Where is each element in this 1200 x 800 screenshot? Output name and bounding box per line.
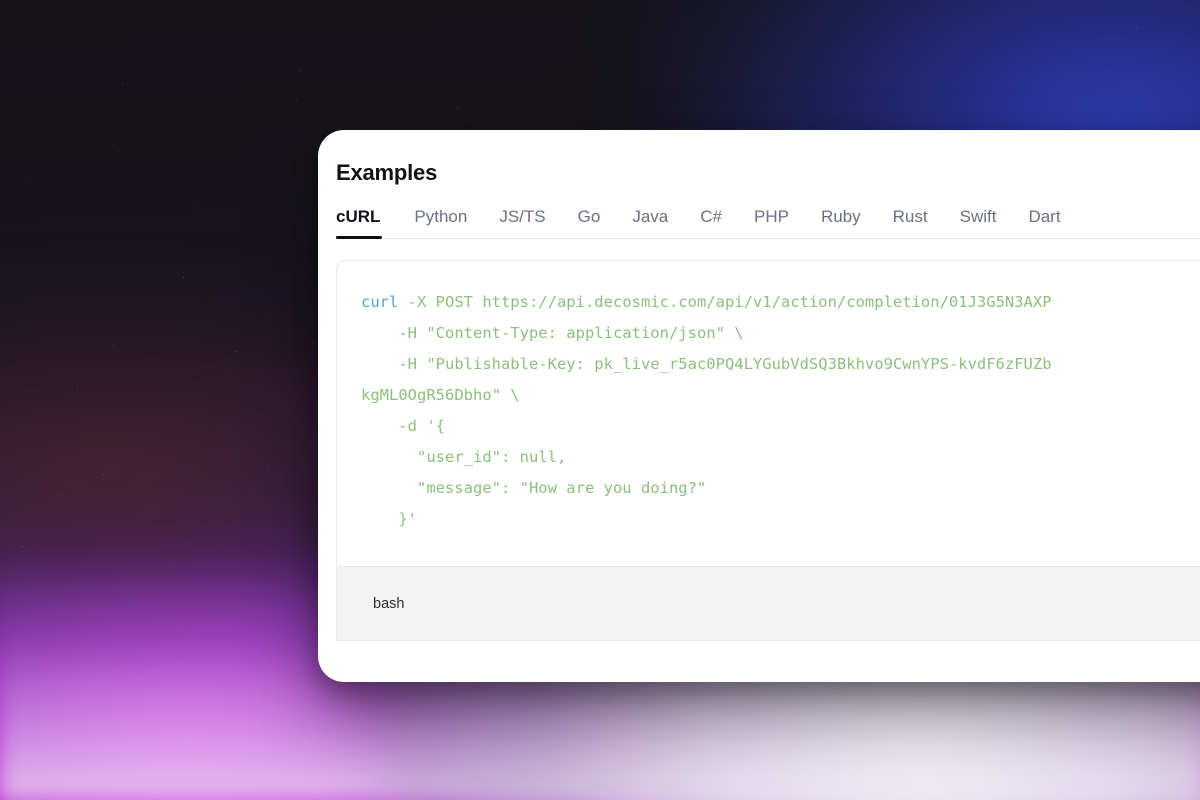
language-tabs: cURL Python JS/TS Go Java C# PHP Ruby Rust Swift D… [336, 208, 1200, 239]
code-snippet-body[interactable]: curl -X POST https://api.decosmic.com/ap… [337, 261, 1200, 566]
examples-card-inner: Examples cURL Python JS/TS Go Java C# PHP Ruby R… [318, 130, 1200, 682]
star-dot [231, 91, 233, 93]
code-line-5: -d '{ [361, 417, 445, 435]
star-dot [170, 565, 172, 567]
star-dot [265, 770, 267, 772]
star-dot [274, 86, 276, 88]
code-snippet-footer: bash [337, 566, 1200, 640]
examples-card: Examples cURL Python JS/TS Go Java C# PHP Ruby R… [318, 130, 1200, 682]
star-dot [313, 343, 315, 345]
tab-curl[interactable]: cURL [336, 208, 396, 239]
star-dot [761, 21, 763, 23]
star-dot [303, 24, 305, 26]
code-line-1: -X POST https://api.decosmic.com/api/v1/… [398, 293, 1052, 311]
star-dot [754, 58, 756, 60]
star-dot [167, 511, 169, 513]
star-dot [984, 773, 986, 775]
code-snippet-panel: curl -X POST https://api.decosmic.com/ap… [336, 260, 1200, 641]
star-dot [423, 736, 424, 738]
code-language-label: bash [373, 595, 405, 612]
star-dot [131, 784, 133, 786]
star-dot [30, 179, 32, 181]
star-dot [112, 737, 114, 739]
code-line-2: -H "Content-Type: application/json" \ [361, 324, 744, 342]
star-dot [117, 151, 119, 153]
tab-php[interactable]: PHP [738, 208, 805, 239]
star-dot [311, 792, 313, 794]
star-dot [750, 750, 752, 752]
code-line-7: "message": "How are you doing?" [361, 479, 707, 497]
page-title: Examples [336, 160, 438, 185]
star-dot [138, 651, 140, 653]
star-dot [1098, 96, 1100, 98]
star-dot [478, 90, 480, 92]
star-dot [234, 351, 236, 353]
tab-jsts[interactable]: JS/TS [483, 208, 561, 239]
tab-csharp[interactable]: C# [684, 208, 738, 239]
code-token-command: curl [361, 293, 399, 311]
star-dot [308, 774, 310, 776]
code-line-3: -H "Publishable-Key: pk_live_r5ac0PQ4LYG… [361, 355, 1052, 373]
star-dot [1135, 27, 1137, 29]
tab-go[interactable]: Go [562, 208, 617, 239]
star-dot [298, 69, 300, 71]
star-dot [483, 782, 485, 784]
star-dot [538, 30, 540, 32]
star-dot [59, 495, 61, 497]
language-tabs-list[interactable]: cURL Python JS/TS Go Java C# PHP Ruby Rust Swift D… [336, 208, 1200, 239]
star-dot [298, 473, 300, 475]
star-dot [11, 739, 13, 741]
star-dot [182, 276, 184, 278]
star-dot [221, 613, 223, 615]
star-dot [255, 745, 257, 747]
tab-rust[interactable]: Rust [877, 208, 944, 239]
star-dot [683, 736, 685, 738]
code-snippet-text: curl -X POST https://api.decosmic.com/ap… [361, 287, 1200, 535]
tab-swift[interactable]: Swift [944, 208, 1013, 239]
star-dot [276, 584, 278, 586]
star-dot [77, 389, 79, 391]
star-dot [450, 795, 452, 797]
star-dot [280, 612, 282, 613]
star-dot [296, 99, 298, 101]
star-dot [21, 546, 23, 548]
star-dot [193, 207, 195, 209]
tab-dart[interactable]: Dart [1012, 208, 1076, 239]
tab-ruby[interactable]: Ruby [805, 208, 877, 239]
code-line-4: kgML0OgR56Dbho" \ [361, 386, 520, 404]
star-dot [1164, 778, 1165, 780]
star-dot [299, 649, 301, 651]
star-dot [465, 122, 467, 124]
star-dot [157, 368, 159, 370]
tab-java[interactable]: Java [616, 208, 684, 239]
star-dot [457, 108, 459, 110]
star-dot [682, 106, 684, 108]
code-line-8: }' [361, 510, 417, 528]
star-dot [103, 474, 105, 476]
code-line-6: "user_id": null, [361, 448, 567, 466]
star-dot [308, 773, 310, 775]
star-dot [173, 179, 175, 181]
star-dot [119, 678, 121, 679]
star-dot [424, 98, 426, 100]
star-dot [113, 344, 115, 346]
star-dot [268, 468, 270, 470]
tab-python[interactable]: Python [398, 208, 483, 239]
star-dot [75, 779, 77, 781]
star-dot [122, 83, 124, 85]
star-dot [438, 36, 440, 38]
star-dot [509, 731, 511, 733]
